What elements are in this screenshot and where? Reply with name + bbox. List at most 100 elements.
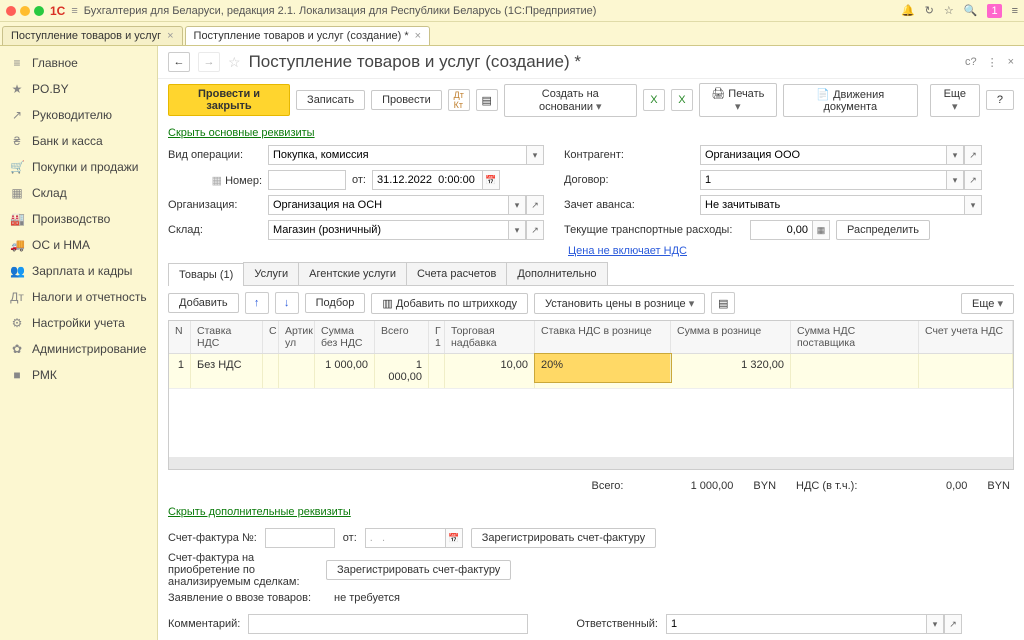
- responsible-field[interactable]: [666, 614, 926, 634]
- nav-production[interactable]: 🏭Производство: [0, 206, 157, 232]
- post-button[interactable]: Провести: [371, 90, 442, 110]
- col-g[interactable]: Г1: [429, 321, 445, 353]
- chevron-down-icon[interactable]: ▾: [526, 145, 544, 165]
- barcode-button[interactable]: ▥ Добавить по штрихкоду: [371, 293, 528, 314]
- open-icon[interactable]: ↗: [526, 220, 544, 240]
- contragent-field[interactable]: [700, 145, 946, 165]
- calendar-icon[interactable]: 📅: [445, 528, 463, 548]
- cell-c[interactable]: [263, 354, 279, 388]
- nav-salary[interactable]: 👥Зарплата и кадры: [0, 258, 157, 284]
- horizontal-scrollbar[interactable]: [169, 457, 1013, 469]
- col-retail-vat[interactable]: Ставка НДС в рознице: [535, 321, 671, 353]
- hamburger-icon[interactable]: ≡: [71, 5, 77, 17]
- cell-vat-acc[interactable]: [919, 354, 1013, 388]
- comment-field[interactable]: [248, 614, 528, 634]
- advance-field[interactable]: [700, 195, 964, 215]
- dt-kt-icon[interactable]: ДтКт: [448, 89, 470, 111]
- maximize-window-icon[interactable]: [34, 6, 44, 16]
- col-n[interactable]: N: [169, 321, 191, 353]
- register-invoice-deal-button[interactable]: Зарегистрировать счет-фактуру: [326, 560, 511, 580]
- distribute-button[interactable]: Распределить: [836, 220, 930, 240]
- cell-vat[interactable]: Без НДС: [191, 354, 263, 388]
- print-button[interactable]: 🖨 Печать: [699, 83, 777, 117]
- price-no-vat-link[interactable]: Цена не включает НДС: [568, 245, 687, 257]
- open-icon[interactable]: ↗: [944, 614, 962, 634]
- nav-bank[interactable]: ₴Банк и касса: [0, 128, 157, 154]
- col-supplier-vat[interactable]: Сумма НДС поставщика: [791, 321, 919, 353]
- back-button[interactable]: ←: [168, 52, 190, 72]
- close-icon[interactable]: ×: [415, 30, 421, 42]
- favorite-icon[interactable]: ☆: [228, 54, 241, 71]
- table-row[interactable]: 1 Без НДС 1 000,00 1 000,00 10,00 20% 1 …: [169, 354, 1013, 389]
- nav-settings[interactable]: ⚙Настройки учета: [0, 310, 157, 336]
- tab-goods[interactable]: Товары (1): [168, 263, 244, 286]
- date-field[interactable]: [372, 170, 482, 190]
- col-total[interactable]: Всего: [375, 321, 429, 353]
- bell-icon[interactable]: 🔔: [901, 4, 915, 17]
- tab-agent[interactable]: Агентские услуги: [298, 262, 407, 285]
- history-icon[interactable]: ↻: [925, 4, 934, 17]
- star-icon[interactable]: ☆: [944, 4, 954, 17]
- cell-total[interactable]: 1 000,00: [375, 354, 429, 388]
- write-button[interactable]: Записать: [296, 90, 365, 110]
- pick-button[interactable]: Подбор: [305, 293, 366, 313]
- col-retail-sum[interactable]: Сумма в рознице: [671, 321, 791, 353]
- col-sum-no-vat[interactable]: Сумма без НДС: [315, 321, 375, 353]
- cell-article[interactable]: [279, 354, 315, 388]
- link-icon[interactable]: c?: [965, 56, 977, 69]
- structure-icon[interactable]: ▤: [476, 89, 498, 111]
- col-vat[interactable]: Ставка НДС: [191, 321, 263, 353]
- chevron-down-icon[interactable]: ▾: [964, 195, 982, 215]
- hide-main-props-link[interactable]: Скрыть основные реквизиты: [158, 125, 1024, 145]
- excel2-icon[interactable]: X: [671, 89, 693, 111]
- movements-button[interactable]: 📄 Движения документа: [783, 84, 918, 117]
- move-up-icon[interactable]: ↑: [245, 292, 269, 314]
- close-doc-icon[interactable]: ×: [1008, 56, 1014, 69]
- nav-manager[interactable]: ↗Руководителю: [0, 102, 157, 128]
- window-tab[interactable]: Поступление товаров и услуг ×: [2, 26, 183, 45]
- chevron-down-icon[interactable]: ▾: [946, 145, 964, 165]
- nav-buy-sell[interactable]: 🛒Покупки и продажи: [0, 154, 157, 180]
- nav-poby[interactable]: ★PO.BY: [0, 76, 157, 102]
- excel-icon[interactable]: X: [643, 89, 665, 111]
- forward-button[interactable]: →: [198, 52, 220, 72]
- create-basis-button[interactable]: Создать на основании: [504, 84, 637, 117]
- nav-admin[interactable]: ✿Администрирование: [0, 336, 157, 362]
- set-retail-prices-button[interactable]: Установить цены в рознице: [534, 293, 705, 314]
- transport-field[interactable]: [750, 220, 812, 240]
- cell-g[interactable]: [429, 354, 445, 388]
- chevron-down-icon[interactable]: ▾: [946, 170, 964, 190]
- cell-supplier-vat[interactable]: [791, 354, 919, 388]
- cell-retail-vat-selected[interactable]: 20%: [535, 354, 671, 382]
- help-button[interactable]: ?: [986, 90, 1014, 110]
- operation-type-field[interactable]: [268, 145, 526, 165]
- add-button[interactable]: Добавить: [168, 293, 239, 313]
- col-article[interactable]: Артик ул: [279, 321, 315, 353]
- columns-icon[interactable]: ▤: [711, 292, 735, 314]
- cell-markup[interactable]: 10,00: [445, 354, 535, 388]
- invoice-no-field[interactable]: [265, 528, 335, 548]
- hide-additional-link[interactable]: Скрыть дополнительные реквизиты: [168, 504, 1014, 524]
- nav-tax[interactable]: ДтНалоги и отчетность: [0, 284, 157, 310]
- nav-main[interactable]: ≡Главное: [0, 50, 157, 76]
- chevron-down-icon[interactable]: ▾: [508, 220, 526, 240]
- move-down-icon[interactable]: ↓: [275, 292, 299, 314]
- register-invoice-button[interactable]: Зарегистрировать счет-фактуру: [471, 528, 656, 548]
- open-icon[interactable]: ↗: [964, 145, 982, 165]
- col-vat-acc[interactable]: Счет учета НДС: [919, 321, 1013, 353]
- organization-field[interactable]: [268, 195, 508, 215]
- col-markup[interactable]: Торговая надбавка: [445, 321, 535, 353]
- nav-os-nma[interactable]: 🚚ОС и НМА: [0, 232, 157, 258]
- badge[interactable]: 1: [987, 4, 1001, 18]
- close-window-icon[interactable]: [6, 6, 16, 16]
- chevron-down-icon[interactable]: ▾: [926, 614, 944, 634]
- minimize-window-icon[interactable]: [20, 6, 30, 16]
- tab-services[interactable]: Услуги: [243, 262, 299, 285]
- cell-sum-no-vat[interactable]: 1 000,00: [315, 354, 375, 388]
- nav-warehouse[interactable]: ▦Склад: [0, 180, 157, 206]
- goods-table[interactable]: N Ставка НДС С Артик ул Сумма без НДС Вс…: [168, 320, 1014, 470]
- open-icon[interactable]: ↗: [964, 170, 982, 190]
- close-icon[interactable]: ×: [167, 30, 173, 42]
- post-and-close-button[interactable]: Провести и закрыть: [168, 84, 290, 116]
- cell-n[interactable]: 1: [169, 354, 191, 388]
